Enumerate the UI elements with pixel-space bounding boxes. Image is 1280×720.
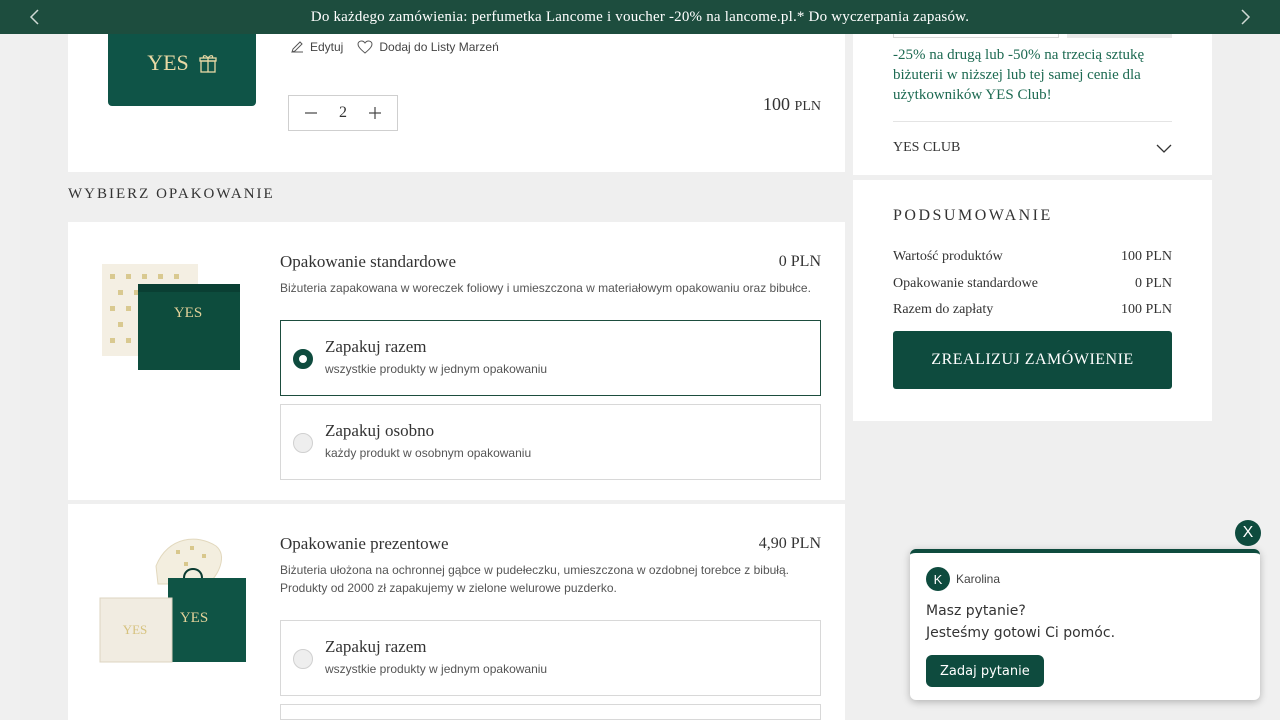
- agent-name: Karolina: [956, 572, 1001, 586]
- add-to-wishlist-link[interactable]: Dodaj do Listy Marzeń: [357, 40, 499, 54]
- edit-link[interactable]: Edytuj: [290, 40, 343, 54]
- gift-packaging-description-line1: Biżuteria ułożona na ochronnej gąbce w p…: [280, 563, 789, 577]
- ask-question-button[interactable]: Zadaj pytanie: [926, 655, 1044, 687]
- standard-packaging-price: 0 PLN: [778, 253, 821, 270]
- summary-label: Razem do zapłaty: [893, 302, 994, 317]
- gift-packaging-price: 4,90 PLN: [758, 535, 821, 552]
- radio-selected[interactable]: [293, 349, 313, 369]
- quantity-stepper: 2: [288, 95, 398, 131]
- radio-unselected[interactable]: [293, 433, 313, 453]
- option-title: Zapakuj osobno: [325, 421, 435, 440]
- standard-pack-together-option[interactable]: Zapakuj razem wszystkie produkty w jedny…: [280, 320, 821, 396]
- chevron-down-icon: [1156, 144, 1172, 153]
- standard-pack-separately-option[interactable]: Zapakuj osobno każdy produkt w osobnym o…: [280, 404, 821, 480]
- standard-packaging-image: YES: [102, 264, 240, 370]
- product-price-currency: PLN: [794, 99, 821, 114]
- packaging-section-title: WYBIERZ OPAKOWANIE: [68, 186, 275, 202]
- edit-label: Edytuj: [310, 40, 344, 54]
- chevron-right-icon[interactable]: [1234, 6, 1256, 28]
- product-price: 100 PLN: [700, 94, 821, 115]
- minus-icon[interactable]: [303, 105, 319, 121]
- gift-packaging-title: Opakowanie prezentowe: [280, 534, 449, 553]
- yes-club-label: YES CLUB: [893, 139, 961, 155]
- product-image-logo: YES: [147, 50, 189, 75]
- chat-question: Masz pytanie?: [926, 603, 1026, 619]
- gift-pack-separately-option[interactable]: [280, 704, 821, 720]
- summary-row-total: Razem do zapłaty 100 PLN: [893, 302, 1172, 318]
- summary-value: 0 PLN: [1135, 276, 1172, 291]
- gift-packaging-image: YES YES: [99, 538, 246, 663]
- checkout-button[interactable]: ZREALIZUJ ZAMÓWIENIE: [893, 331, 1172, 389]
- plus-icon[interactable]: [367, 105, 383, 121]
- gift-packaging-description-line2: Produkty od 2000 zł zapakujemy w zielone…: [280, 581, 617, 595]
- gift-pack-together-option[interactable]: Zapakuj razem wszystkie produkty w jedny…: [280, 620, 821, 696]
- radio-unselected[interactable]: [293, 649, 313, 669]
- chat-help-text: Jesteśmy gotowi Ci pomóc.: [926, 625, 1116, 641]
- option-subtitle: wszystkie produkty w jednym opakowaniu: [325, 362, 548, 376]
- option-title: Zapakuj razem: [325, 337, 427, 356]
- pencil-icon: [291, 41, 303, 53]
- standard-packaging-logo: YES: [174, 305, 202, 321]
- standard-packaging-description: Biżuteria zapakowana w woreczek foliowy …: [280, 281, 811, 295]
- chevron-left-icon[interactable]: [24, 6, 46, 28]
- gift-icon: [199, 55, 217, 73]
- product-actions: Edytuj Dodaj do Listy Marzeń: [290, 40, 499, 54]
- summary-label: Wartość produktów: [893, 249, 1003, 264]
- summary-label: Opakowanie standardowe: [893, 276, 1039, 291]
- wishlist-label: Dodaj do Listy Marzeń: [379, 40, 499, 54]
- option-subtitle: wszystkie produkty w jednym opakowaniu: [325, 662, 548, 676]
- gift-bag-logo: YES: [180, 610, 208, 626]
- summary-row-products: Wartość produktów 100 PLN: [893, 249, 1172, 265]
- standard-packaging-title: Opakowanie standardowe: [280, 252, 457, 271]
- summary-row-packaging: Opakowanie standardowe 0 PLN: [893, 276, 1172, 292]
- heart-icon: [357, 40, 373, 54]
- chat-close-button[interactable]: X: [1235, 520, 1261, 546]
- announcement-bar: Do każdego zamówienia: perfumetka Lancom…: [0, 0, 1280, 34]
- chat-agent: K Karolina: [926, 567, 1000, 591]
- option-title: Zapakuj razem: [325, 637, 427, 656]
- option-subtitle: każdy produkt w osobnym opakowaniu: [325, 446, 532, 460]
- yes-club-promo-text: -25% na drugą lub -50% na trzecią sztukę…: [893, 47, 1145, 103]
- announcement-text: Do każdego zamówienia: perfumetka Lancom…: [310, 8, 970, 25]
- summary-title: PODSUMOWANIE: [893, 207, 1053, 224]
- yes-club-accordion[interactable]: YES CLUB: [893, 121, 1172, 173]
- product-price-value: 100: [763, 94, 791, 114]
- avatar: K: [926, 567, 950, 591]
- chat-widget: K Karolina Masz pytanie? Jesteśmy gotowi…: [910, 549, 1260, 700]
- quantity-value[interactable]: 2: [339, 104, 347, 122]
- summary-value: 100 PLN: [1121, 249, 1172, 264]
- gift-box-logo: YES: [123, 622, 148, 637]
- summary-value: 100 PLN: [1121, 302, 1172, 317]
